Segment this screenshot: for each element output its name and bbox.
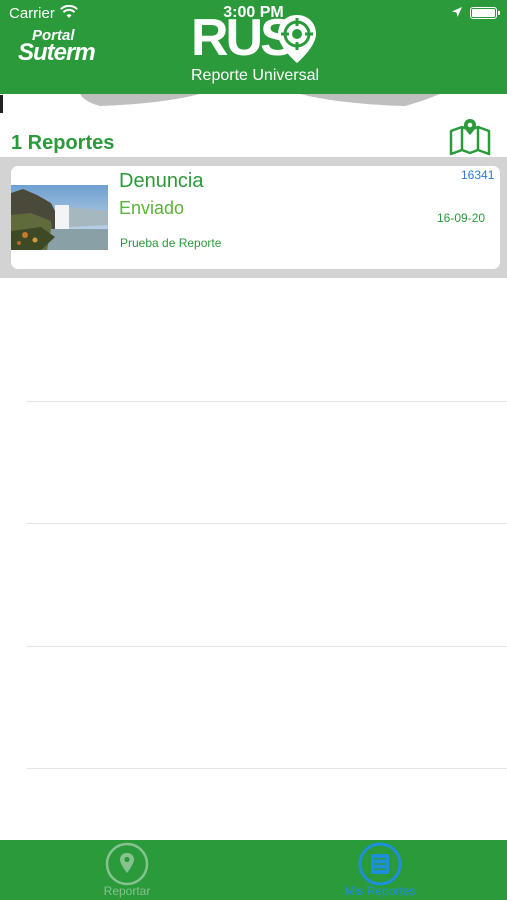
tab-reportar[interactable]: Reportar — [67, 840, 187, 900]
battery-icon — [470, 7, 500, 19]
tab-bar: Reportar Mis Reportes — [0, 840, 507, 900]
header-shadow — [80, 94, 440, 106]
edge-marker — [0, 95, 3, 113]
tab-reportar-label: Reportar — [103, 884, 151, 898]
report-status: Enviado — [119, 198, 185, 218]
report-title: Denuncia — [119, 170, 204, 192]
location-arrow-icon — [451, 5, 463, 22]
report-description: Prueba de Reporte — [120, 236, 222, 250]
location-pin-icon — [105, 842, 149, 886]
empty-row-separator — [26, 768, 507, 769]
tab-mis-reportes-label: Mis Reportes — [344, 884, 416, 898]
app-screen: Carrier 3:00 PM Portal Suterm RUS Report… — [0, 0, 507, 900]
report-card[interactable]: Denuncia Enviado Prueba de Reporte 16341… — [11, 166, 500, 269]
report-thumbnail — [11, 185, 108, 250]
portal-suterm-logo[interactable]: Portal Suterm — [18, 28, 96, 65]
report-id: 16341 — [461, 168, 495, 182]
map-icon — [449, 119, 491, 156]
empty-row-separator — [26, 646, 507, 647]
app-logo-subtitle: Reporte Universal — [191, 67, 320, 84]
target-pin-icon — [276, 14, 318, 69]
empty-row-separator — [26, 401, 507, 402]
list-icon — [358, 842, 402, 886]
report-date: 16-09-20 — [437, 211, 486, 225]
app-header: Carrier 3:00 PM Portal Suterm RUS Report… — [0, 0, 507, 94]
tab-mis-reportes[interactable]: Mis Reportes — [320, 840, 440, 900]
map-view-button[interactable] — [448, 117, 492, 157]
reports-count-title: 1 Reportes — [11, 132, 115, 154]
empty-row-separator — [26, 523, 507, 524]
